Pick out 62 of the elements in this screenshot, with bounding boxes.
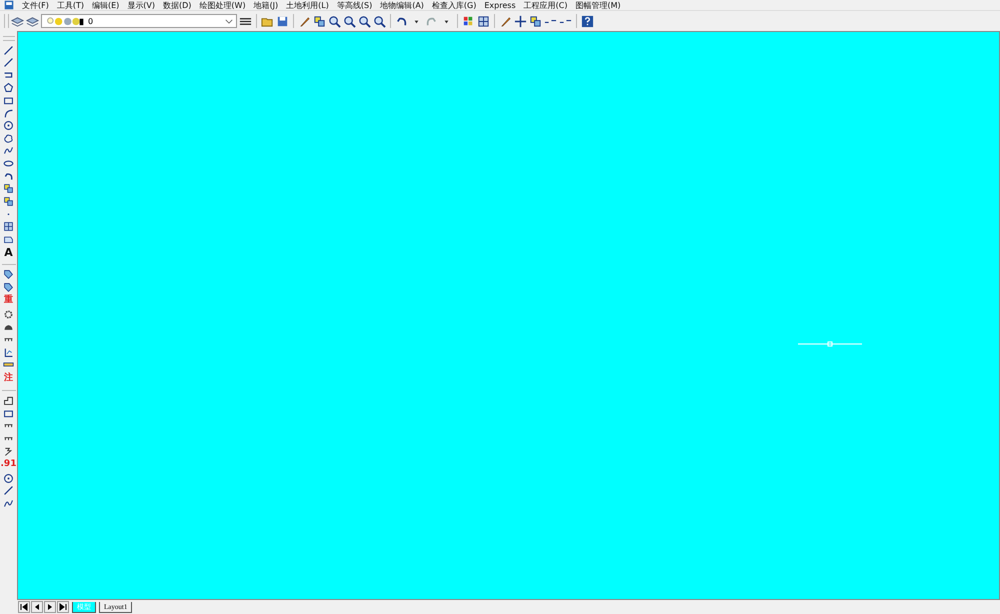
crosshair-cursor-icon: [798, 341, 862, 347]
grid-icon[interactable]: [477, 14, 490, 28]
zoom-icon[interactable]: [328, 14, 341, 28]
menu-item[interactable]: Express: [484, 0, 516, 10]
tab-nav-icon[interactable]: [57, 601, 69, 613]
wave-icon[interactable]: [3, 498, 14, 509]
menu-item[interactable]: 等高线(S): [336, 0, 372, 10]
arc-icon[interactable]: [3, 108, 14, 119]
tab-nav-icon[interactable]: [18, 601, 30, 613]
zoom-icon[interactable]: [358, 14, 371, 28]
spline-icon[interactable]: [3, 145, 14, 156]
app-logo-icon[interactable]: [4, 0, 14, 10]
step-icon[interactable]: [3, 395, 14, 406]
help-icon[interactable]: [581, 14, 594, 28]
cloud-icon[interactable]: [3, 132, 14, 144]
line-icon[interactable]: [3, 485, 14, 496]
tag-icon[interactable]: [3, 269, 14, 280]
menu-item[interactable]: 图幅管理(M): [575, 0, 621, 10]
block-icon[interactable]: [3, 196, 14, 207]
layer-state-icon: [45, 16, 85, 26]
move-icon[interactable]: [514, 14, 527, 28]
palette-icon[interactable]: [462, 14, 475, 28]
block-icon[interactable]: [3, 183, 14, 194]
chart-icon[interactable]: [3, 346, 14, 358]
zoom-icon[interactable]: [373, 14, 386, 28]
chevron-down-icon: [225, 18, 233, 24]
rectangle-icon[interactable]: [3, 408, 14, 419]
pencil-icon[interactable]: [298, 14, 311, 28]
tag-icon[interactable]: [3, 282, 14, 293]
tab-nav-icon[interactable]: [31, 601, 43, 613]
menu-item[interactable]: 工程应用(C): [524, 0, 568, 10]
text-tool-button[interactable]: 注: [4, 372, 13, 386]
menu-item[interactable]: 编辑(E): [92, 0, 120, 10]
menu-item[interactable]: 地籍(J): [254, 0, 278, 10]
text-tool-button[interactable]: A: [4, 246, 13, 260]
text-tool-button[interactable]: .91: [0, 458, 16, 472]
hatch-icon[interactable]: [3, 220, 14, 232]
menu-item[interactable]: 文件(F): [22, 0, 49, 10]
line-icon[interactable]: [3, 44, 14, 56]
menu-item[interactable]: 地物编辑(A): [380, 0, 424, 10]
layer-dropdown[interactable]: 0: [41, 14, 237, 28]
menu-item[interactable]: 数据(D): [163, 0, 192, 10]
polygon-icon[interactable]: [3, 82, 14, 94]
menu-item[interactable]: 土地利用(L): [286, 0, 329, 10]
menu-item[interactable]: 显示(V): [127, 0, 155, 10]
text-tool-button[interactable]: 重: [4, 294, 13, 308]
arc-icon[interactable]: [3, 170, 14, 182]
menu-item[interactable]: 检查入库(G): [432, 0, 476, 10]
layers-icon[interactable]: [26, 14, 39, 28]
menu-item[interactable]: 工具(T): [56, 0, 84, 10]
layers-icon[interactable]: [11, 14, 24, 28]
save-icon[interactable]: [276, 14, 289, 28]
circle-icon[interactable]: [3, 120, 14, 132]
zoom-icon[interactable]: [343, 14, 356, 28]
menu-item[interactable]: 绘图处理(W): [199, 0, 246, 10]
gear-icon[interactable]: [3, 309, 14, 320]
tab-nav-icon[interactable]: [44, 601, 56, 613]
target-icon[interactable]: [3, 472, 14, 484]
ellipse-icon[interactable]: [3, 158, 14, 169]
line-icon[interactable]: [3, 57, 14, 68]
pen-icon[interactable]: [499, 14, 512, 28]
rectangle-icon[interactable]: [3, 94, 14, 106]
